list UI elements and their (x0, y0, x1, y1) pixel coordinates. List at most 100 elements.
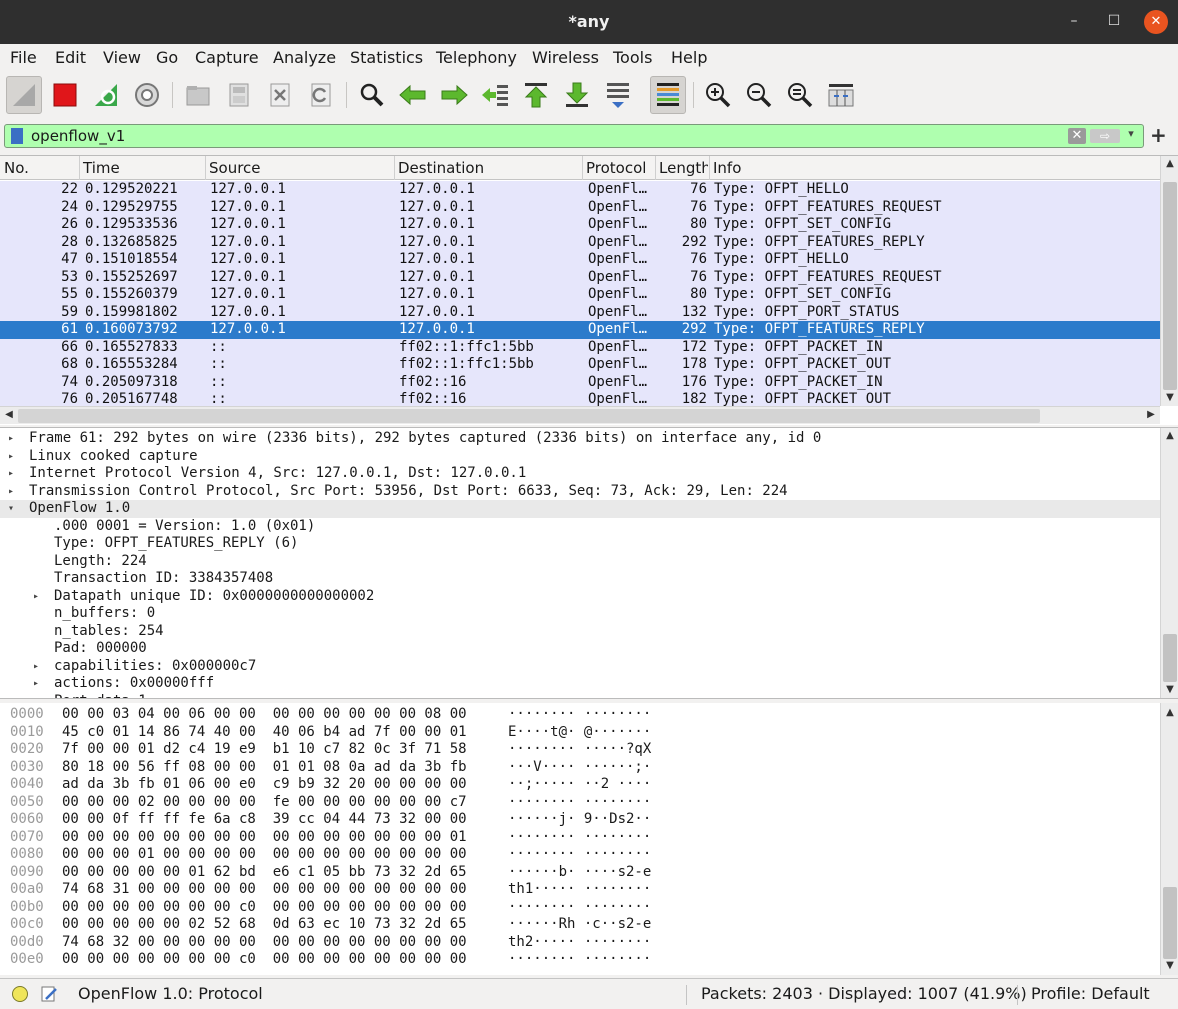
go-last-packet-icon[interactable] (559, 76, 595, 114)
scroll-thumb[interactable] (1163, 887, 1177, 959)
scroll-down-icon[interactable]: ▼ (1161, 960, 1178, 971)
column-header-destination[interactable]: Destination (398, 159, 484, 181)
details-vscrollbar[interactable]: ▲ ▼ (1160, 428, 1178, 698)
hex-row[interactable]: 0020 7f 00 00 01 d2 c4 19 e9 b1 10 c7 82 … (0, 741, 1150, 759)
expand-arrow-icon[interactable]: ▸ (33, 588, 39, 606)
apply-filter-icon[interactable]: ⇨ (1090, 129, 1120, 143)
scroll-left-icon[interactable]: ◀ (0, 409, 18, 420)
go-back-icon[interactable] (395, 76, 431, 114)
hex-row[interactable]: 00d0 74 68 32 00 00 00 00 00 00 00 00 00 … (0, 934, 1150, 952)
go-forward-icon[interactable] (436, 76, 472, 114)
hex-row[interactable]: 00c0 00 00 00 00 00 02 52 68 0d 63 ec 10 … (0, 916, 1150, 934)
detail-tree-item[interactable]: .000 0001 = Version: 1.0 (0x01) (0, 518, 1160, 536)
expand-arrow-icon[interactable]: ▸ (8, 465, 14, 483)
detail-tree-item[interactable]: ▸ capabilities: 0x000000c7 (0, 658, 1160, 676)
resize-columns-icon[interactable] (823, 76, 859, 114)
packet-row[interactable]: 53 0.155252697 127.0.0.1 127.0.0.1 OpenFl… 76… (0, 268, 1160, 286)
expand-arrow-icon[interactable]: ▸ (8, 430, 14, 448)
column-header-protocol[interactable]: Protocol (586, 159, 646, 181)
hscroll-thumb[interactable] (18, 409, 1040, 423)
close-file-icon[interactable] (262, 76, 298, 114)
packet-row[interactable]: 47 0.151018554 127.0.0.1 127.0.0.1 OpenFl… 76… (0, 251, 1160, 269)
detail-tree-item[interactable]: n_buffers: 0 (0, 605, 1160, 623)
expand-arrow-icon[interactable]: ▸ (33, 693, 39, 699)
column-header-info[interactable]: Info (713, 159, 741, 181)
capture-options-icon[interactable] (129, 76, 165, 114)
reload-file-icon[interactable] (303, 76, 339, 114)
scroll-up-icon[interactable]: ▲ (1161, 707, 1178, 718)
scroll-thumb[interactable] (1163, 182, 1177, 390)
column-header-length[interactable]: Length (659, 159, 708, 181)
detail-tree-item[interactable]: ▸ Linux cooked capture (0, 448, 1160, 466)
packet-row[interactable]: 74 0.205097318:: ff02::16 OpenFl… 176 Type: O… (0, 373, 1160, 391)
menu-telephony[interactable]: Telephony (436, 48, 517, 67)
column-header-no[interactable]: No. (4, 159, 29, 181)
edit-comment-icon[interactable] (40, 985, 58, 1003)
detail-tree-item[interactable]: Type: OFPT_FEATURES_REPLY (6) (0, 535, 1160, 553)
hex-row[interactable]: 0010 45 c0 01 14 86 74 40 00 40 06 b4 ad … (0, 724, 1150, 742)
expand-arrow-icon[interactable]: ▸ (8, 448, 14, 466)
packet-row[interactable]: 59 0.159981802 127.0.0.1 127.0.0.1 OpenFl… 13… (0, 303, 1160, 321)
hex-row[interactable]: 0050 00 00 00 02 00 00 00 00 fe 00 00 00 … (0, 794, 1150, 812)
scroll-down-icon[interactable]: ▼ (1161, 392, 1178, 403)
detail-tree-item[interactable]: ▸ actions: 0x00000fff (0, 675, 1160, 693)
hex-row[interactable]: 00e0 00 00 00 00 00 00 00 c0 00 00 00 00 … (0, 951, 1150, 969)
menu-edit[interactable]: Edit (55, 48, 86, 67)
packet-row[interactable]: 55 0.155260379 127.0.0.1 127.0.0.1 OpenFl… 80… (0, 286, 1160, 304)
menu-view[interactable]: View (103, 48, 141, 67)
menu-statistics[interactable]: Statistics (350, 48, 423, 67)
clear-filter-icon[interactable]: ✕ (1068, 128, 1086, 144)
menu-capture[interactable]: Capture (195, 48, 259, 67)
expand-arrow-icon[interactable]: ▸ (33, 675, 39, 693)
scroll-right-icon[interactable]: ▶ (1142, 409, 1160, 420)
minimize-icon[interactable]: – (1062, 10, 1086, 34)
zoom-out-icon[interactable] (741, 76, 777, 114)
chevron-down-icon[interactable]: ▾ (1123, 127, 1139, 140)
detail-tree-item[interactable]: ▸ Port data 1 (0, 693, 1160, 699)
detail-tree-item[interactable]: Pad: 000000 (0, 640, 1160, 658)
scroll-down-icon[interactable]: ▼ (1161, 684, 1178, 695)
go-first-packet-icon[interactable] (518, 76, 554, 114)
bookmark-icon[interactable] (11, 128, 23, 144)
hex-row[interactable]: 00b0 00 00 00 00 00 00 00 c0 00 00 00 00 … (0, 899, 1150, 917)
normal-size-icon[interactable] (782, 76, 818, 114)
packet-row[interactable]: 22 0.129520221 127.0.0.1 127.0.0.1 OpenFl… 76… (0, 181, 1160, 199)
packet-list-vscrollbar[interactable]: ▲ ▼ (1160, 156, 1178, 406)
menu-go[interactable]: Go (156, 48, 178, 67)
auto-scroll-icon[interactable] (600, 76, 636, 114)
hex-row[interactable]: 0090 00 00 00 00 00 01 62 bd e6 c1 05 bb … (0, 864, 1150, 882)
add-filter-button-icon[interactable]: + (1150, 123, 1167, 147)
packet-row[interactable]: 26 0.129533536 127.0.0.1 127.0.0.1 OpenFl… 80… (0, 216, 1160, 234)
stop-capture-icon[interactable] (47, 76, 83, 114)
packet-row[interactable]: 28 0.132685825 127.0.0.1 127.0.0.1 OpenFl… 29… (0, 233, 1160, 251)
colorize-icon[interactable] (650, 76, 686, 114)
expand-arrow-icon[interactable]: ▸ (8, 483, 14, 501)
scroll-up-icon[interactable]: ▲ (1161, 158, 1178, 169)
zoom-in-icon[interactable] (700, 76, 736, 114)
column-header-source[interactable]: Source (209, 159, 261, 181)
detail-tree-item[interactable]: ▸ Datapath unique ID: 0x0000000000000002 (0, 588, 1160, 606)
shark-fin-start-icon[interactable] (6, 76, 42, 114)
scroll-thumb[interactable] (1163, 634, 1177, 682)
menu-analyze[interactable]: Analyze (273, 48, 336, 67)
maximize-icon[interactable]: ☐ (1102, 10, 1126, 34)
detail-tree-item[interactable]: ▸ Internet Protocol Version 4, Src: 127.0… (0, 465, 1160, 483)
hex-row[interactable]: 0070 00 00 00 00 00 00 00 00 00 00 00 00 … (0, 829, 1150, 847)
hex-row[interactable]: 0080 00 00 00 01 00 00 00 00 00 00 00 00 … (0, 846, 1150, 864)
menu-tools[interactable]: Tools (613, 48, 652, 67)
display-filter-bar[interactable]: openflow_v1 ✕ ⇨ ▾ (4, 124, 1144, 148)
scroll-up-icon[interactable]: ▲ (1161, 430, 1178, 441)
detail-tree-item[interactable]: ▸ Frame 61: 292 bytes on wire (2336 bits)… (0, 430, 1160, 448)
collapse-arrow-icon[interactable]: ▾ (8, 500, 14, 518)
open-file-icon[interactable] (180, 76, 216, 114)
menu-file[interactable]: File (10, 48, 37, 67)
packet-row[interactable]: 66 0.165527833:: ff02::1:ffc1:5bb OpenFl… 17… (0, 338, 1160, 356)
hex-row[interactable]: 0040 ad da 3b fb 01 06 00 e0 c9 b9 32 20 … (0, 776, 1150, 794)
menu-help[interactable]: Help (671, 48, 707, 67)
hex-row[interactable]: 0000 00 00 03 04 00 06 00 00 00 00 00 00 … (0, 706, 1150, 724)
detail-tree-item[interactable]: ▸ Transmission Control Protocol, Src Port… (0, 483, 1160, 501)
packet-row[interactable]: 68 0.165553284:: ff02::1:ffc1:5bb OpenFl… 17… (0, 356, 1160, 374)
find-packet-icon[interactable] (354, 76, 390, 114)
detail-tree-item[interactable]: Transaction ID: 3384357408 (0, 570, 1160, 588)
restart-capture-icon[interactable] (88, 76, 124, 114)
